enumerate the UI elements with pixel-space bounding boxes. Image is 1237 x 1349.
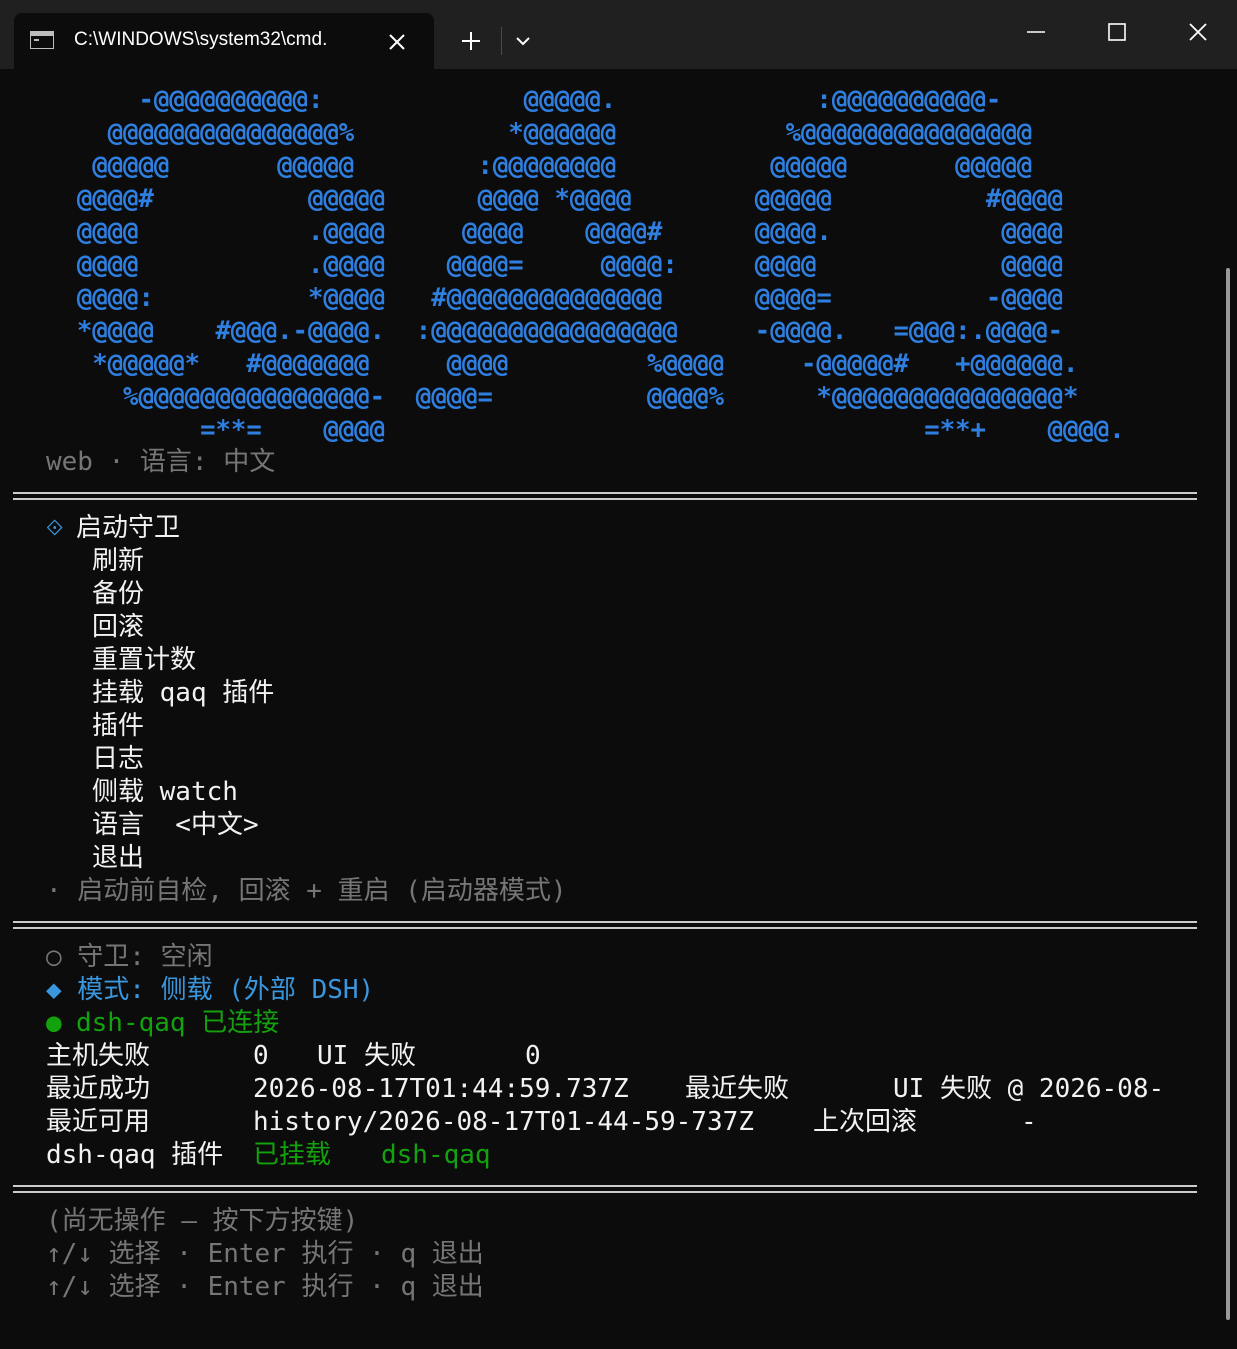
guard-status: ○ 守卫: 空闲 [46, 942, 213, 972]
menu-hint: · 启动前自检, 回滚 + 重启 (启动器模式) [46, 876, 567, 906]
host-fail-label: 主机失败 [46, 1041, 151, 1071]
footer-message: (尚无操作 — 按下方按键) [46, 1206, 359, 1236]
ui-fail-label: UI 失败 [317, 1041, 416, 1071]
minimize-button[interactable] [1016, 16, 1056, 48]
plugin-state: 已挂载 [253, 1140, 332, 1170]
plugin-label: dsh-qaq 插件 [46, 1140, 224, 1170]
divider [13, 492, 1197, 500]
tab-title: C:\WINDOWS\system32\cmd. [74, 29, 328, 50]
plugin-name: dsh-qaq [381, 1140, 491, 1170]
key-hints: ↑/↓ 选择 · Enter 执行 · q 退出 [46, 1272, 484, 1302]
menu-item-plugins[interactable]: 插件 [92, 710, 144, 743]
host-fail-value: 0 [253, 1041, 269, 1071]
tab-divider [501, 27, 502, 55]
connection-status: dsh-qaq 已连接 [76, 1008, 280, 1038]
key-hints: ↑/↓ 选择 · Enter 执行 · q 退出 [46, 1239, 484, 1269]
last-available-value: history/2026-08-17T01-44-59-737Z [253, 1107, 754, 1137]
maximize-button[interactable] [1097, 16, 1137, 48]
connection-dot-icon: ● [46, 1008, 62, 1038]
last-success-value: 2026-08-17T01:44:59.737Z [253, 1074, 629, 1104]
menu-item-backup[interactable]: 备份 [92, 578, 144, 611]
scrollbar[interactable] [1226, 268, 1230, 1320]
last-fail-label: 最近失败 [685, 1074, 790, 1104]
chevron-down-icon[interactable] [510, 28, 536, 54]
close-window-button[interactable] [1178, 16, 1218, 48]
last-fail-value: UI 失败 @ 2026-08- [893, 1074, 1165, 1104]
menu-item-mount-plugin[interactable]: 挂载 qaq 插件 [92, 677, 274, 710]
tab-close-icon[interactable] [384, 29, 410, 55]
ui-fail-value: 0 [525, 1041, 541, 1071]
menu-item-exit[interactable]: 退出 [92, 842, 144, 875]
last-success-label: 最近成功 [46, 1074, 151, 1104]
divider [13, 921, 1197, 929]
menu-item-logs[interactable]: 日志 [92, 743, 144, 776]
last-available-label: 最近可用 [46, 1107, 151, 1137]
terminal-tab[interactable]: C:\WINDOWS\system32\cmd. [14, 13, 434, 69]
header-subtitle: web · 语言: 中文 [46, 447, 276, 477]
menu-item-language[interactable]: 语言 <中文> [92, 809, 259, 842]
menu-item-refresh[interactable]: 刷新 [92, 545, 144, 578]
mode-status: ◆ 模式: 侧载 (外部 DSH) [46, 975, 375, 1005]
menu-item-start-guard[interactable]: 启动守卫 [76, 512, 180, 545]
selection-marker-icon: ⟐ [46, 516, 64, 541]
last-rollback-label: 上次回滚 [813, 1107, 918, 1137]
divider [13, 1185, 1197, 1193]
menu-item-rollback[interactable]: 回滚 [92, 611, 144, 644]
last-rollback-value: - [1021, 1107, 1037, 1137]
cmd-icon [30, 31, 54, 49]
ascii-logo: -@@@@@@@@@@: @@@@@. :@@@@@@@@@@- @@@@@@@… [76, 85, 1125, 445]
menu-item-sideload-watch[interactable]: 侧载 watch [92, 776, 238, 809]
menu-item-reset-count[interactable]: 重置计数 [92, 644, 196, 677]
new-tab-button[interactable] [456, 28, 486, 54]
title-bar: C:\WINDOWS\system32\cmd. [0, 0, 1237, 69]
